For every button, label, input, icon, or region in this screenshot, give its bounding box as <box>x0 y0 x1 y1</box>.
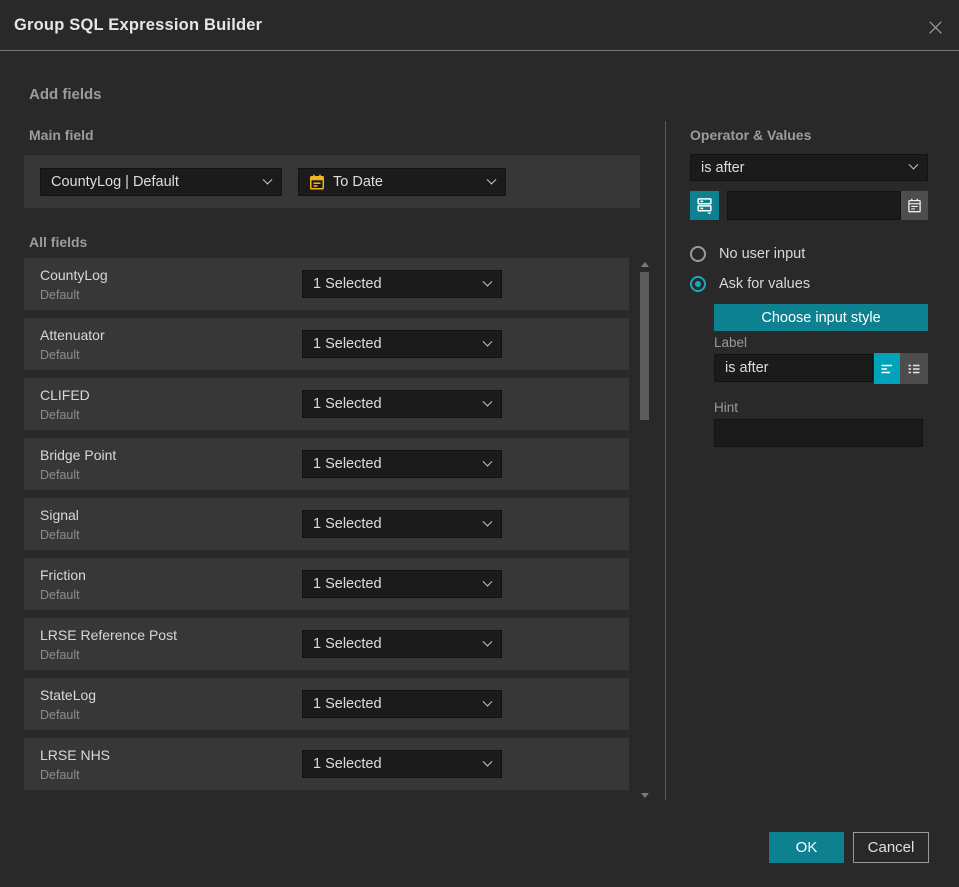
radio-selected-icon[interactable] <box>690 276 706 292</box>
field-selected-dropdown[interactable]: 1 Selected <box>302 630 502 658</box>
chevron-down-icon <box>482 756 493 767</box>
field-selected-dropdown[interactable]: 1 Selected <box>302 330 502 358</box>
field-selected-value: 1 Selected <box>313 576 382 592</box>
choose-input-style-button[interactable]: Choose input style <box>714 304 928 331</box>
field-row: Bridge Point Default 1 Selected <box>24 438 629 490</box>
radio-unselected-icon[interactable] <box>690 246 706 262</box>
label-style-list-button[interactable] <box>900 353 928 384</box>
scrollbar-thumb[interactable] <box>640 272 649 420</box>
value-input[interactable] <box>727 191 901 220</box>
field-selected-value: 1 Selected <box>313 516 382 532</box>
chevron-down-icon <box>482 696 493 707</box>
main-field-date-select[interactable]: To Date <box>298 168 506 196</box>
operator-select[interactable]: is after <box>690 154 928 181</box>
field-selected-value: 1 Selected <box>313 756 382 772</box>
field-row: Attenuator Default 1 Selected <box>24 318 629 370</box>
label-style-single-button[interactable] <box>874 353 900 384</box>
chevron-down-icon <box>482 576 493 587</box>
panel-divider <box>665 121 666 800</box>
dialog-titlebar: Group SQL Expression Builder <box>0 0 959 51</box>
main-field-select[interactable]: CountyLog | Default <box>40 168 282 196</box>
main-field-panel: CountyLog | Default To Date <box>24 155 640 208</box>
main-field-select-value: CountyLog | Default <box>51 174 179 190</box>
chevron-down-icon <box>482 276 493 287</box>
chevron-down-icon <box>482 456 493 467</box>
stack-icon <box>696 197 713 215</box>
field-row: LRSE Reference Post Default 1 Selected <box>24 618 629 670</box>
calendar-icon <box>309 174 325 190</box>
field-selected-dropdown[interactable]: 1 Selected <box>302 390 502 418</box>
add-fields-heading: Add fields <box>29 86 102 103</box>
operator-values-heading: Operator & Values <box>690 127 812 143</box>
radio-label: No user input <box>719 246 806 262</box>
close-icon <box>927 19 944 36</box>
calendar-icon <box>907 198 922 213</box>
field-selected-value: 1 Selected <box>313 696 382 712</box>
label-input[interactable] <box>714 354 873 382</box>
chevron-down-icon <box>262 174 273 185</box>
field-selected-value: 1 Selected <box>313 456 382 472</box>
field-selected-dropdown[interactable]: 1 Selected <box>302 510 502 538</box>
scroll-up-arrow-icon[interactable] <box>641 262 649 267</box>
dialog-title: Group SQL Expression Builder <box>14 15 263 34</box>
field-row: StateLog Default 1 Selected <box>24 678 629 730</box>
radio-label: Ask for values <box>719 276 811 292</box>
list-icon <box>906 361 922 377</box>
field-selected-dropdown[interactable]: 1 Selected <box>302 450 502 478</box>
chevron-down-icon <box>482 516 493 527</box>
radio-option-no-user-input[interactable]: No user input <box>690 246 805 262</box>
hint-input[interactable] <box>714 419 923 447</box>
value-date-picker-button[interactable] <box>901 191 928 220</box>
all-fields-list: CountyLog Default 1 Selected Attenuator … <box>24 258 629 798</box>
field-row: Signal Default 1 Selected <box>24 498 629 550</box>
field-selected-value: 1 Selected <box>313 636 382 652</box>
main-field-date-value: To Date <box>333 174 383 190</box>
field-selected-value: 1 Selected <box>313 396 382 412</box>
value-type-button[interactable] <box>690 191 719 220</box>
field-row: CountyLog Default 1 Selected <box>24 258 629 310</box>
cancel-button[interactable]: Cancel <box>853 832 929 863</box>
scroll-down-arrow-icon[interactable] <box>641 793 649 798</box>
field-selected-dropdown[interactable]: 1 Selected <box>302 570 502 598</box>
field-selected-value: 1 Selected <box>313 276 382 292</box>
align-left-icon <box>879 361 895 377</box>
hint-field-label: Hint <box>714 400 739 415</box>
label-field-label: Label <box>714 335 748 350</box>
list-scrollbar[interactable] <box>639 258 651 800</box>
field-selected-dropdown[interactable]: 1 Selected <box>302 690 502 718</box>
chevron-down-icon <box>486 174 497 185</box>
all-fields-heading: All fields <box>29 234 88 250</box>
field-selected-value: 1 Selected <box>313 336 382 352</box>
main-field-heading: Main field <box>29 127 94 143</box>
chevron-down-icon <box>482 336 493 347</box>
close-button[interactable] <box>925 17 945 37</box>
radio-option-ask-for-values[interactable]: Ask for values <box>690 276 810 292</box>
field-selected-dropdown[interactable]: 1 Selected <box>302 270 502 298</box>
field-row: Friction Default 1 Selected <box>24 558 629 610</box>
field-row: LRSE NHS Default 1 Selected <box>24 738 629 790</box>
chevron-down-icon <box>482 636 493 647</box>
field-row: CLIFED Default 1 Selected <box>24 378 629 430</box>
chevron-down-icon <box>908 159 919 170</box>
operator-select-value: is after <box>701 159 745 176</box>
chevron-down-icon <box>482 396 493 407</box>
field-selected-dropdown[interactable]: 1 Selected <box>302 750 502 778</box>
ok-button[interactable]: OK <box>769 832 844 863</box>
